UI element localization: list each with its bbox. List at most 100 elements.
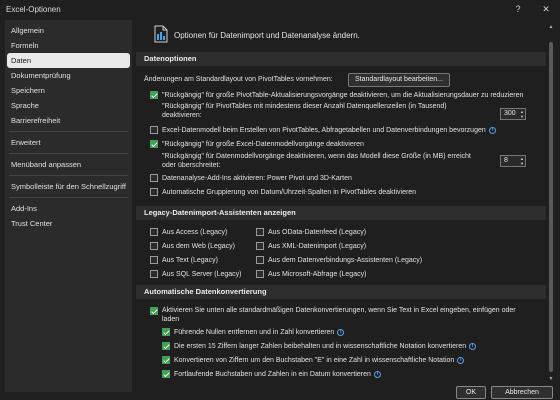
e-convert-option[interactable]: Konvertieren von Ziffern um den Buchstab… — [162, 356, 465, 364]
legacy-web-label: Aus dem Web (Legacy) — [162, 242, 236, 250]
legacy-msquery-checkbox[interactable] — [256, 270, 264, 278]
title-bar: Excel-Optionen ? ✕ — [0, 0, 560, 18]
undo-pivot-note-line2: deaktivieren: — [162, 112, 202, 119]
enable-all-conversions-checkbox[interactable] — [150, 307, 158, 315]
undo-model-label: "Rückgängig" für große Excel-Datenmodell… — [162, 140, 364, 148]
sidebar-divider — [9, 153, 128, 154]
spinner-arrows-icon[interactable]: ▲ ▼ — [520, 156, 524, 166]
enable-all-conversions-line1: Aktivieren Sie unten alle standardmäßige… — [162, 307, 516, 314]
continuous-option[interactable]: Fortlaufende Buchstaben und Zahlen in ei… — [162, 370, 381, 378]
legacy-web-checkbox[interactable] — [150, 242, 158, 250]
ok-button[interactable]: OK — [456, 386, 486, 399]
vertical-scrollbar[interactable]: ▲ ▼ — [548, 22, 554, 384]
addins-option[interactable]: Datenanalyse-Add-Ins aktivieren: Power P… — [150, 174, 352, 182]
scrollbar-thumb[interactable] — [549, 42, 553, 372]
legacy-msquery-label: Aus Microsoft-Abfrage (Legacy) — [268, 270, 367, 278]
undo-pivot-checkbox[interactable] — [150, 91, 158, 99]
sidebar-item-trust-center[interactable]: Trust Center — [5, 216, 132, 231]
page-title: Optionen für Datenimport und Datenanalys… — [174, 31, 360, 40]
sidebar-item-allgemein[interactable]: Allgemein — [5, 23, 132, 38]
legacy-xml-option[interactable]: Aus XML-Datenimport (Legacy) — [256, 242, 366, 250]
undo-pivot-note-line1: "Rückgängig" für PivotTables mit mindest… — [162, 103, 447, 110]
undo-model-checkbox[interactable] — [150, 140, 158, 148]
e-convert-label: Konvertieren von Ziffern um den Buchstab… — [174, 356, 455, 364]
sidebar-item-addins[interactable]: Add-Ins — [5, 201, 132, 216]
legacy-odata-label: Aus OData-Datenfeed (Legacy) — [268, 228, 367, 236]
auto-group-label: Automatische Gruppierung von Datum/Uhrze… — [162, 188, 417, 196]
legacy-text-checkbox[interactable] — [150, 256, 158, 264]
legacy-access-option[interactable]: Aus Access (Legacy) — [150, 228, 227, 236]
undo-model-note: "Rückgängig" für Datenmodellvorgänge dea… — [162, 152, 471, 170]
datamodel-label: Excel-Datenmodell beim Erstellen von Piv… — [162, 126, 486, 134]
legacy-dcw-label: Aus dem Datenverbindungs-Assistenten (Le… — [268, 256, 423, 264]
e-convert-checkbox[interactable] — [162, 356, 170, 364]
first15-checkbox[interactable] — [162, 342, 170, 350]
datamodel-checkbox[interactable] — [150, 126, 158, 134]
info-icon[interactable]: i — [488, 126, 496, 134]
sidebar-item-daten[interactable]: Daten — [7, 53, 130, 68]
layout-row: Änderungen am Standardlayout von PivotTa… — [144, 76, 333, 83]
legacy-text-label: Aus Text (Legacy) — [162, 256, 218, 264]
addins-checkbox[interactable] — [150, 174, 158, 182]
sidebar-item-dokumentpruefung[interactable]: Dokumentprüfung — [5, 68, 132, 83]
undo-pivot-rows-spinner[interactable]: 300 ▲ ▼ — [500, 108, 526, 120]
cancel-button[interactable]: Abbrechen — [491, 386, 553, 399]
leading-zeros-checkbox[interactable] — [162, 328, 170, 336]
legacy-sql-checkbox[interactable] — [150, 270, 158, 278]
info-icon[interactable]: i — [469, 342, 477, 350]
legacy-access-label: Aus Access (Legacy) — [162, 228, 228, 236]
data-document-icon — [154, 25, 168, 43]
legacy-xml-label: Aus XML-Datenimport (Legacy) — [268, 242, 367, 250]
enable-all-conversions-option[interactable]: Aktivieren Sie unten alle standardmäßige… — [150, 306, 516, 324]
section-auto-conversion: Automatische Datenkonvertierung — [136, 285, 546, 299]
legacy-dcw-checkbox[interactable] — [256, 256, 264, 264]
legacy-odata-checkbox[interactable] — [256, 228, 264, 236]
undo-pivot-note: "Rückgängig" für PivotTables mit mindest… — [162, 102, 447, 120]
auto-group-checkbox[interactable] — [150, 188, 158, 196]
sidebar-item-speichern[interactable]: Speichern — [5, 83, 132, 98]
legacy-sql-option[interactable]: Aus SQL Server (Legacy) — [150, 270, 242, 278]
legacy-odata-option[interactable]: Aus OData-Datenfeed (Legacy) — [256, 228, 366, 236]
first15-label: Die ersten 15 Ziffern langer Zahlen beib… — [174, 342, 467, 350]
legacy-dcw-option[interactable]: Aus dem Datenverbindungs-Assistenten (Le… — [256, 256, 422, 264]
legacy-text-option[interactable]: Aus Text (Legacy) — [150, 256, 218, 264]
sidebar-item-menueband[interactable]: Menüband anpassen — [5, 157, 132, 172]
edit-default-layout-button[interactable]: Standardlayout bearbeiten... — [348, 73, 450, 87]
close-button[interactable]: ✕ — [536, 1, 556, 17]
section-legacy: Legacy-Datenimport-Assistenten anzeigen — [136, 206, 546, 220]
scroll-up-arrow-icon[interactable]: ▲ — [548, 24, 554, 30]
enable-all-conversions-line2: laden — [162, 316, 180, 323]
sidebar-item-barrierefreiheit[interactable]: Barrierefreiheit — [5, 113, 132, 128]
info-icon[interactable]: i — [457, 356, 465, 364]
sidebar-item-sprache[interactable]: Sprache — [5, 98, 132, 113]
datamodel-option[interactable]: Excel-Datenmodell beim Erstellen von Piv… — [150, 126, 496, 134]
legacy-msquery-option[interactable]: Aus Microsoft-Abfrage (Legacy) — [256, 270, 366, 278]
continuous-checkbox[interactable] — [162, 370, 170, 378]
sidebar-divider — [9, 175, 128, 176]
continuous-label: Fortlaufende Buchstaben und Zahlen in ei… — [174, 370, 371, 378]
help-button[interactable]: ? — [508, 1, 528, 17]
layout-label: Änderungen am Standardlayout von PivotTa… — [144, 76, 333, 83]
spinner-arrows-icon[interactable]: ▲ ▼ — [520, 109, 524, 119]
undo-pivot-option[interactable]: "Rückgängig" für große PivotTable-Aktual… — [150, 91, 523, 99]
leading-zeros-label: Führende Nullen entfernen und in Zahl ko… — [174, 328, 335, 336]
sidebar-item-schnellzugriff[interactable]: Symbolleiste für den Schnellzugriff — [5, 179, 132, 194]
first15-option[interactable]: Die ersten 15 Ziffern langer Zahlen beib… — [162, 342, 477, 350]
section-datenoptionen: Datenoptionen — [136, 52, 546, 66]
window-title: Excel-Optionen — [6, 4, 61, 14]
undo-model-option[interactable]: "Rückgängig" für große Excel-Datenmodell… — [150, 140, 364, 148]
auto-group-option[interactable]: Automatische Gruppierung von Datum/Uhrze… — [150, 188, 416, 196]
legacy-web-option[interactable]: Aus dem Web (Legacy) — [150, 242, 235, 250]
legacy-access-checkbox[interactable] — [150, 228, 158, 236]
undo-model-size-spinner[interactable]: 8 ▲ ▼ — [500, 155, 526, 167]
legacy-xml-checkbox[interactable] — [256, 242, 264, 250]
leading-zeros-option[interactable]: Führende Nullen entfernen und in Zahl ko… — [162, 328, 345, 336]
sidebar-divider — [9, 197, 128, 198]
info-icon[interactable]: i — [337, 328, 345, 336]
scroll-down-arrow-icon[interactable]: ▼ — [548, 376, 554, 382]
undo-pivot-label: "Rückgängig" für große PivotTable-Aktual… — [162, 91, 524, 99]
sidebar-item-formeln[interactable]: Formeln — [5, 38, 132, 53]
undo-model-size-value: 8 — [504, 157, 508, 164]
sidebar-item-erweitert[interactable]: Erweitert — [5, 135, 132, 150]
info-icon[interactable]: i — [373, 370, 381, 378]
